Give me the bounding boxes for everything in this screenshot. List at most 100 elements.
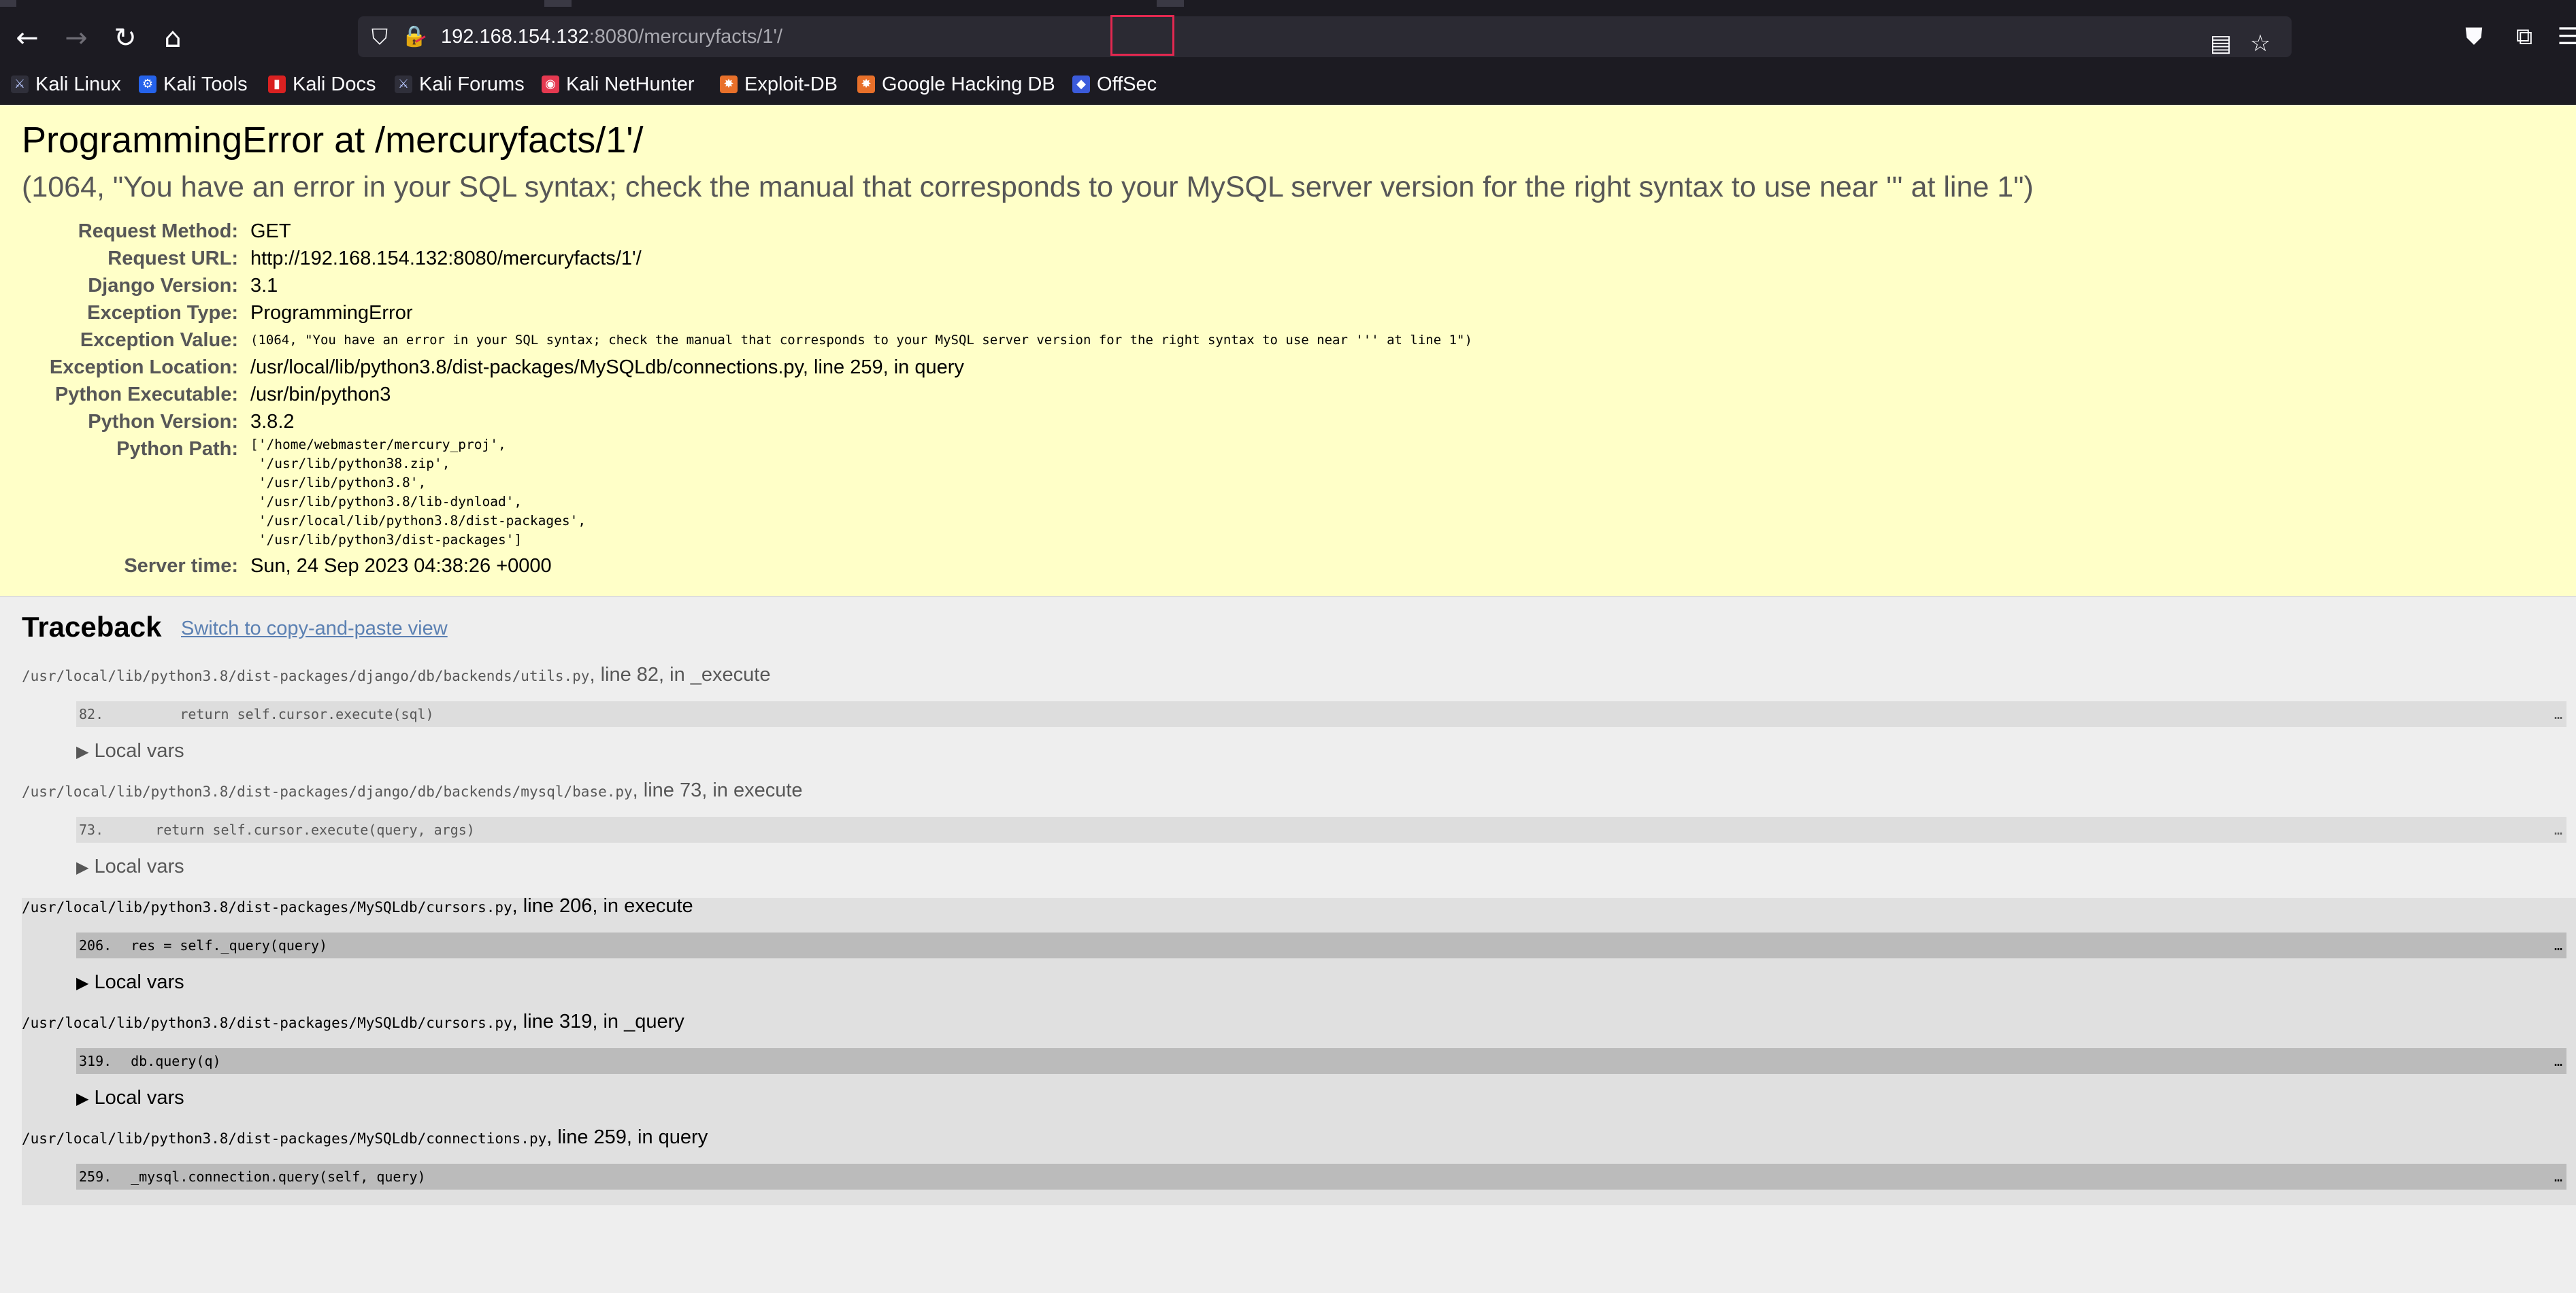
frame-line-info: , line 206, in execute [512, 895, 693, 917]
bookmark-kali-nethunter[interactable]: ◉ Kali NetHunter [542, 69, 695, 99]
frame-location: /usr/local/lib/python3.8/dist-packages/M… [22, 895, 693, 918]
local-vars-toggle[interactable]: ▶ Local vars [76, 971, 184, 994]
meta-row-server-time: Server time: Sun, 24 Sep 2023 04:38:26 +… [0, 552, 2576, 580]
local-vars-label: Local vars [94, 1087, 184, 1109]
ghdb-icon: ✸ [857, 75, 875, 93]
line-number: 73. [79, 822, 104, 838]
arrow-left-icon: ← [16, 22, 39, 54]
reload-icon: ↻ [114, 22, 137, 54]
python-path-list: ['/home/webmaster/mercury_proj', '/usr/l… [250, 437, 587, 548]
tab-edge [1157, 0, 1184, 7]
triangle-right-icon: ▶ [76, 1089, 89, 1108]
arrow-right-icon: → [65, 22, 88, 54]
tracking-protection-shield-icon[interactable]: ⛉ [367, 24, 392, 49]
traceback-heading: Traceback [22, 611, 162, 643]
line-number: 319. [79, 1053, 112, 1069]
local-vars-toggle[interactable]: ▶ Local vars [76, 1087, 184, 1109]
bookmark-label: Kali Forums [419, 73, 525, 95]
frame-file: /usr/local/lib/python3.8/dist-packages/M… [22, 1130, 547, 1147]
meta-key: Request Method: [78, 220, 238, 242]
kali-docs-icon: ▮ [268, 75, 286, 93]
kali-tools-icon: ⚙ [139, 75, 156, 93]
tab-strip [0, 0, 2576, 10]
bookmark-label: Kali Docs [293, 73, 376, 95]
triangle-right-icon: ▶ [76, 858, 89, 877]
frame-context-line[interactable]: 82. return self.cursor.execute(sql) … [76, 701, 2566, 727]
exception-message: (1064, "You have an error in your SQL sy… [22, 171, 2034, 203]
traceback-section: Traceback Switch to copy-and-paste view … [0, 597, 2576, 1205]
expand-context-ellipsis[interactable]: … [2554, 1164, 2562, 1190]
local-vars-toggle[interactable]: ▶ Local vars [76, 856, 184, 878]
expand-context-ellipsis[interactable]: … [2554, 701, 2562, 727]
expand-context-ellipsis[interactable]: … [2554, 817, 2562, 843]
frame-line-info: , line 82, in _execute [589, 664, 771, 686]
meta-key: Django Version: [88, 275, 238, 297]
nethunter-icon: ◉ [542, 75, 559, 93]
frame-location: /usr/local/lib/python3.8/dist-packages/M… [22, 1011, 684, 1033]
frame-line-info: , line 259, in query [546, 1126, 708, 1148]
meta-value: Sun, 24 Sep 2023 04:38:26 +0000 [250, 555, 552, 577]
browser-chrome: ← → ↻ ⌂ ⛉ 🔒 192.168.154.132:8080/mercury… [0, 0, 2576, 105]
frame-context-line[interactable]: 73. return self.cursor.execute(query, ar… [76, 817, 2566, 843]
bookmark-label: Kali Linux [35, 73, 121, 95]
forward-button[interactable]: → [60, 22, 93, 54]
bookmarks-toolbar: ⚔ Kali Linux ⚙ Kali Tools ▮ Kali Docs ⚔ Kali… [0, 64, 2576, 105]
home-button[interactable]: ⌂ [156, 22, 189, 54]
expand-context-ellipsis[interactable]: … [2554, 933, 2562, 958]
bookmark-google-hacking-db[interactable]: ✸ Google Hacking DB [857, 69, 1055, 99]
local-vars-label: Local vars [94, 856, 184, 877]
frame-file: /usr/local/lib/python3.8/dist-packages/d… [22, 668, 590, 684]
meta-key: Python Path: [116, 438, 238, 460]
back-button[interactable]: ← [11, 22, 44, 54]
extensions-icon[interactable]: ⧉ [2509, 22, 2539, 52]
home-icon: ⌂ [164, 22, 182, 54]
navigation-toolbar: ← → ↻ ⌂ ⛉ 🔒 192.168.154.132:8080/mercury… [0, 10, 2576, 64]
meta-row-exception-location: Exception Location: /usr/local/lib/pytho… [0, 354, 2576, 381]
switch-to-copy-paste-link[interactable]: Switch to copy-and-paste view [181, 618, 448, 640]
bookmark-kali-tools[interactable]: ⚙ Kali Tools [139, 69, 248, 99]
frame-context-line[interactable]: 206. res = self._query(query) … [76, 933, 2566, 958]
exploit-db-icon: ✸ [720, 75, 738, 93]
meta-row-django-version: Django Version: 3.1 [0, 272, 2576, 299]
bookmark-kali-docs[interactable]: ▮ Kali Docs [268, 69, 376, 99]
code-line: return self.cursor.execute(sql) [114, 706, 434, 722]
code-line: _mysql.connection.query(self, query) [114, 1169, 426, 1185]
bookmark-star-icon[interactable]: ☆ [2245, 29, 2275, 58]
page-title: ProgrammingError at /mercuryfacts/1'/ [22, 120, 644, 161]
bookmark-offsec[interactable]: ◆ OffSec [1072, 69, 1157, 99]
line-number: 259. [79, 1169, 112, 1185]
frame-location: /usr/local/lib/python3.8/dist-packages/d… [22, 779, 803, 802]
frame-context-line[interactable]: 319. db.query(q) … [76, 1048, 2566, 1074]
meta-row-exception-type: Exception Type: ProgrammingError [0, 299, 2576, 326]
meta-row-request-url: Request URL: http://192.168.154.132:8080… [0, 245, 2576, 272]
frame-context-line[interactable]: 259. _mysql.connection.query(self, query… [76, 1164, 2566, 1190]
local-vars-toggle[interactable]: ▶ Local vars [76, 740, 184, 762]
reload-button[interactable]: ↻ [109, 22, 142, 54]
url-text[interactable]: 192.168.154.132:8080/mercuryfacts/1'/ [441, 23, 782, 50]
insecure-lock-icon[interactable]: 🔒 [401, 24, 427, 49]
url-bar[interactable]: ⛉ 🔒 192.168.154.132:8080/mercuryfacts/1'… [358, 15, 2292, 58]
expand-context-ellipsis[interactable]: … [2554, 1048, 2562, 1074]
bookmark-label: Kali NetHunter [566, 73, 695, 95]
code-line: db.query(q) [114, 1053, 221, 1069]
meta-row-python-executable: Python Executable: /usr/bin/python3 [0, 381, 2576, 408]
bookmark-exploit-db[interactable]: ✸ Exploit-DB [720, 69, 838, 99]
meta-row-python-version: Python Version: 3.8.2 [0, 408, 2576, 435]
error-summary: ProgrammingError at /mercuryfacts/1'/ (1… [0, 105, 2576, 597]
meta-key: Exception Location: [49, 356, 238, 378]
meta-key: Exception Type: [87, 302, 238, 324]
frame-file: /usr/local/lib/python3.8/dist-packages/d… [22, 784, 633, 800]
url-host: 192.168.154.132 [441, 26, 589, 48]
bookmark-label: Google Hacking DB [882, 73, 1055, 95]
bookmark-label: Exploit-DB [744, 73, 838, 95]
pocket-icon[interactable]: ⛊ [2459, 22, 2489, 52]
bookmark-kali-forums[interactable]: ⚔ Kali Forums [395, 69, 525, 99]
bookmark-kali-linux[interactable]: ⚔ Kali Linux [11, 69, 121, 99]
meta-key: Python Executable: [54, 384, 238, 405]
line-number: 206. [79, 937, 112, 954]
tab-edge [0, 0, 16, 7]
menu-icon[interactable]: ☰ [2553, 22, 2576, 52]
url-path: :8080/mercuryfacts/1'/ [589, 26, 783, 48]
meta-row-request-method: Request Method: GET [0, 218, 2576, 245]
reader-view-icon[interactable]: ▤ [2206, 29, 2236, 58]
